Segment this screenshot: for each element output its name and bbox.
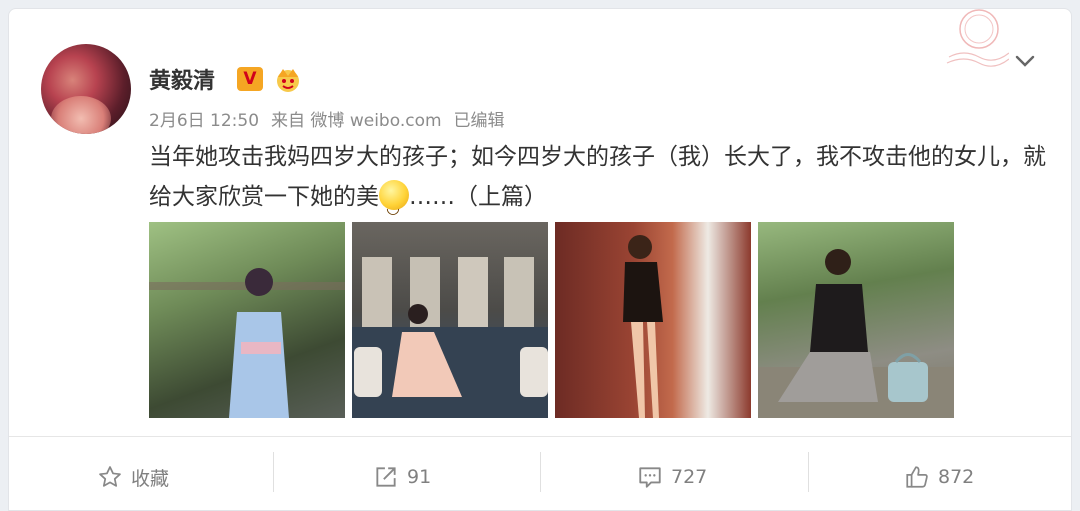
stamp-icon	[946, 9, 1009, 67]
action-separator	[540, 452, 541, 492]
repost-icon	[376, 467, 396, 487]
post-date[interactable]: 2月6日 12:50	[149, 111, 259, 131]
author-name[interactable]: 黄毅清	[149, 63, 215, 95]
comment-count: 727	[671, 466, 708, 488]
action-separator	[808, 452, 809, 492]
actions-divider	[9, 436, 1071, 437]
photo-3[interactable]	[555, 222, 751, 418]
photo-2-figure	[352, 257, 548, 418]
post-text-main: 当年她攻击我妈四岁大的孩子；如今四岁大的孩子（我）长大了，我不攻击他的女儿，就给…	[149, 144, 1046, 210]
like-icon	[906, 466, 928, 488]
photo-3-figure	[623, 235, 663, 418]
star-icon	[99, 466, 121, 487]
favorite-button[interactable]: 收藏	[97, 457, 169, 497]
edited-label[interactable]: 已编辑	[454, 111, 505, 131]
favorite-label: 收藏	[131, 467, 170, 490]
like-count: 872	[938, 466, 975, 488]
photo-1-figure	[149, 268, 345, 418]
post-text: 当年她攻击我妈四岁大的孩子；如今四岁大的孩子（我）长大了，我不攻击他的女儿，就给…	[149, 137, 1049, 228]
comment-button[interactable]: 727	[637, 457, 707, 497]
chevron-down-icon[interactable]	[1013, 49, 1037, 73]
smile-emoji-icon	[379, 180, 409, 228]
repost-count: 91	[407, 466, 432, 488]
post-source: 来自 微博 weibo.com	[271, 111, 442, 131]
comment-icon	[639, 467, 661, 488]
photo-4[interactable]	[758, 222, 954, 418]
photo-grid	[149, 222, 969, 418]
action-separator	[273, 452, 274, 492]
photo-2[interactable]	[352, 222, 548, 418]
crown-icon[interactable]	[273, 65, 303, 93]
photo-1[interactable]	[149, 222, 345, 418]
post-meta: 2月6日 12:50 来自 微博 weibo.com 已编辑	[149, 106, 517, 131]
photo-4-figure	[758, 249, 954, 418]
like-button[interactable]: 872	[904, 457, 974, 497]
repost-button[interactable]: 91	[373, 457, 431, 497]
verified-badge-icon[interactable]: V	[237, 67, 263, 91]
weibo-post-card: 黄毅清 V 2月6日 12:50 来自 微博 weibo.com 已编辑 当年她攻击…	[8, 8, 1072, 511]
post-text-tail: ……（上篇）	[409, 184, 547, 210]
avatar[interactable]	[41, 44, 131, 134]
